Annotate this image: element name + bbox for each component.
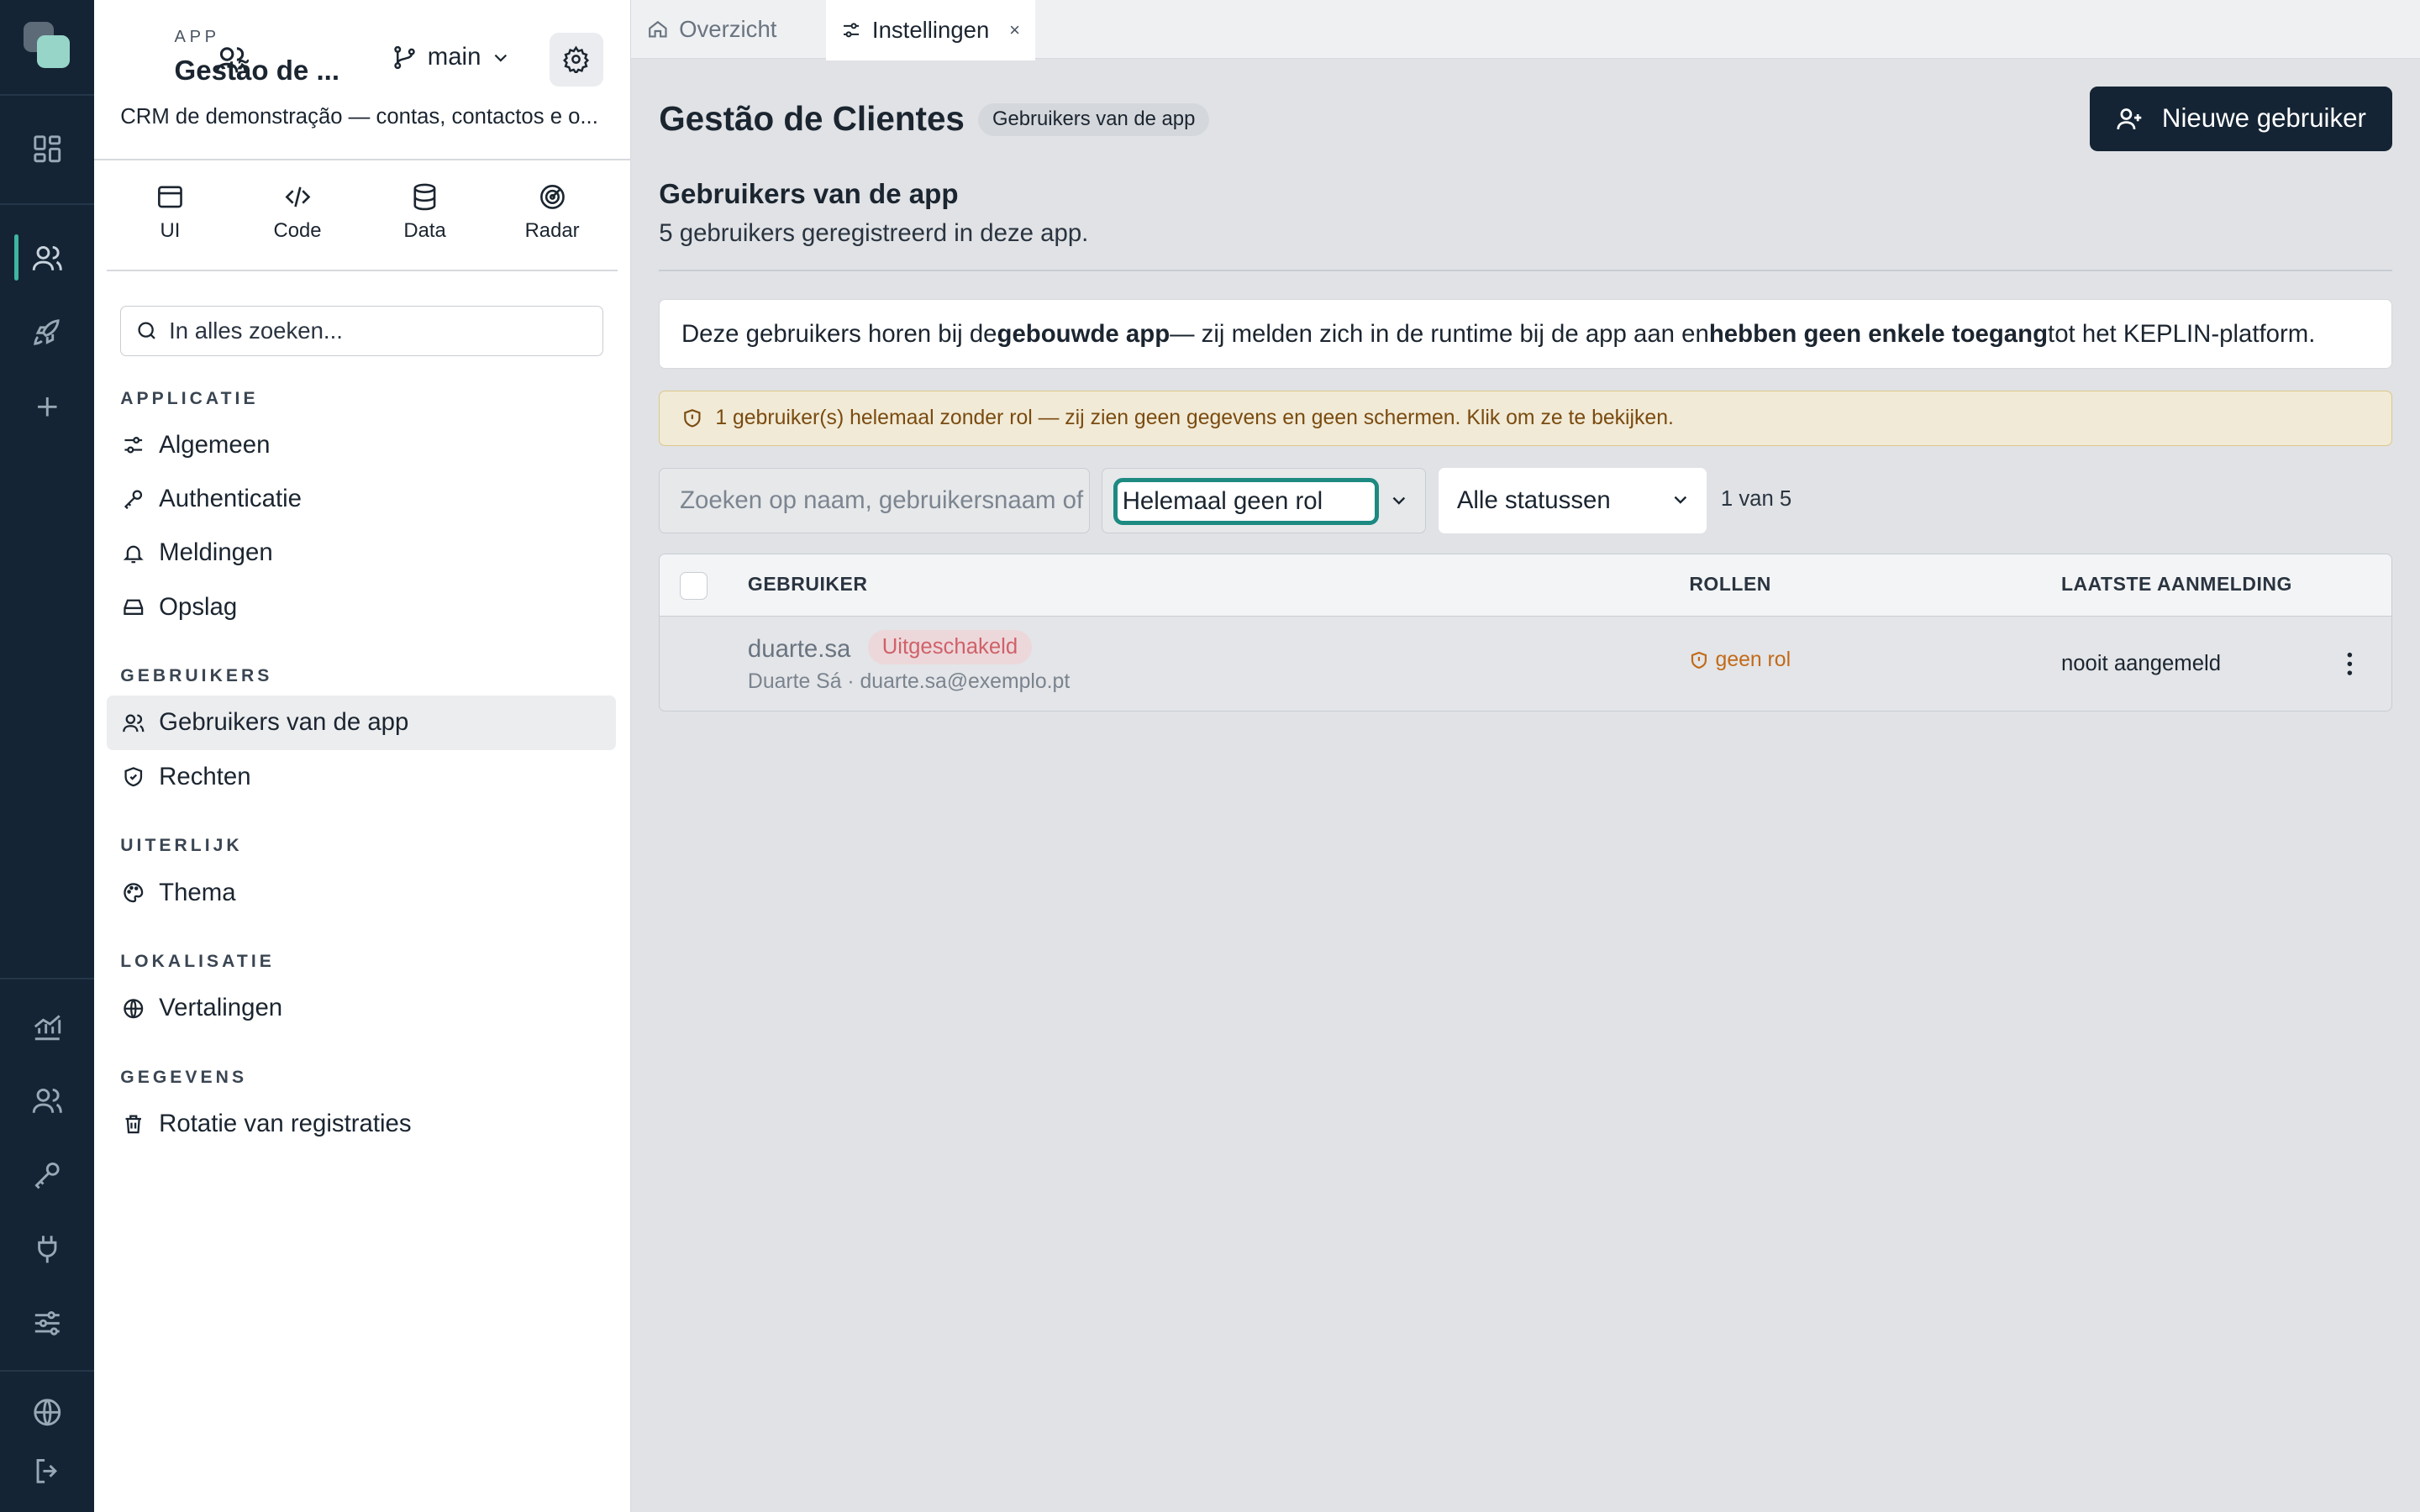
column-header-gebruiker[interactable]: GEBRUIKER	[748, 573, 868, 596]
dashboard-icon[interactable]	[31, 133, 64, 165]
sidebar-item-rotatie-van-registraties[interactable]: Rotatie van registraties	[107, 1097, 616, 1151]
mode-tab-radar[interactable]: Radar	[488, 182, 616, 243]
sidebar-item-meldingen[interactable]: Meldingen	[107, 526, 616, 580]
rail-active-indicator	[13, 234, 19, 281]
globe-icon[interactable]	[31, 1396, 64, 1429]
sidebar-item-authenticatie[interactable]: Authenticatie	[107, 472, 616, 526]
tab-bar: Overzicht Instellingen ×	[631, 0, 2420, 60]
palette-icon	[124, 883, 144, 902]
code-icon	[285, 186, 310, 207]
users-icon	[123, 714, 145, 732]
tab-overzicht[interactable]: Overzicht	[631, 0, 825, 59]
role-filter-value[interactable]: Helemaal geen rol	[1113, 477, 1380, 526]
sliders-icon	[843, 23, 860, 38]
users-table: GEBRUIKER ROLLEN LAATSTE AANMELDING duar…	[659, 554, 2392, 711]
gear-icon	[563, 45, 590, 74]
info-banner: Deze gebruikers horen bij de gebouwde ap…	[659, 299, 2392, 369]
database-icon	[413, 183, 436, 211]
plug-icon[interactable]	[31, 1233, 64, 1266]
new-user-button[interactable]: Nieuwe gebruiker	[2089, 86, 2392, 151]
users-icon[interactable]	[31, 242, 64, 275]
brand-logo[interactable]	[23, 21, 73, 71]
mode-tab-data[interactable]: Data	[361, 182, 489, 243]
role-filter-select[interactable]: Helemaal geen rol	[1102, 467, 1427, 534]
page-title: Gestão de Clientes	[659, 98, 965, 138]
section-description: 5 gebruikers geregistreerd in deze app.	[659, 218, 1089, 247]
section-title-uiterlijk: UITERLIJK	[120, 836, 243, 856]
plus-icon[interactable]	[31, 391, 64, 423]
chevron-down-icon	[495, 54, 508, 62]
sidebar-item-thema[interactable]: Thema	[107, 865, 616, 919]
window-icon	[158, 186, 182, 208]
key-icon[interactable]	[31, 1158, 64, 1191]
sidebar-item-gebruikers-van-de-app[interactable]: Gebruikers van de app	[106, 696, 616, 750]
sidebar-item-vertalingen[interactable]: Vertalingen	[107, 981, 616, 1035]
user-role: geen rol	[1689, 648, 1791, 672]
bell-icon	[123, 545, 144, 563]
rocket-icon[interactable]	[31, 317, 64, 349]
chevron-down-icon	[1674, 496, 1687, 504]
app-description: CRM de demonstração — contas, contactos …	[120, 104, 598, 129]
app-label: APP	[174, 28, 220, 47]
sidebar-item-algemeen[interactable]: Algemeen	[107, 418, 616, 472]
status-filter-value: Alle statussen	[1456, 486, 1611, 514]
chevron-down-icon	[1392, 497, 1406, 505]
column-header-rollen[interactable]: ROLLEN	[1689, 573, 1771, 596]
shield-alert-icon	[1691, 652, 1707, 669]
global-search-input[interactable]: In alles zoeken...	[120, 305, 604, 357]
settings-sliders-icon[interactable]	[31, 1307, 64, 1340]
section-title-gebruikers: GEBRUIKERS	[120, 666, 273, 686]
branch-name: main	[427, 43, 481, 71]
user-meta: Duarte Sá · duarte.sa@exemplo.pt	[747, 670, 1071, 694]
tab-instellingen[interactable]: Instellingen ×	[825, 0, 1036, 60]
result-count: 1 van 5	[1720, 487, 1792, 512]
column-header-laatste-aanmelding[interactable]: LAATSTE AANMELDING	[2061, 573, 2292, 596]
radar-icon	[539, 184, 565, 209]
branch-selector[interactable]: main	[391, 43, 512, 71]
section-title-lokalisatie: LOKALISATIE	[120, 952, 275, 972]
trash-icon	[125, 1115, 142, 1134]
settings-sidebar: APP Gestão de ... main CRM de demonstraç…	[94, 0, 632, 1512]
globe-icon	[124, 998, 144, 1018]
search-icon	[138, 322, 155, 339]
storage-icon	[124, 599, 144, 615]
user-username: duarte.sa	[747, 634, 851, 663]
sliders-icon	[124, 437, 143, 454]
search-placeholder: In alles zoeken...	[169, 317, 343, 344]
row-actions-kebab-icon[interactable]	[2334, 648, 2365, 680]
section-title-gegevens: GEGEVENS	[120, 1067, 248, 1087]
user-last-login: nooit aangemeld	[2060, 652, 2222, 676]
logout-icon[interactable]	[31, 1455, 64, 1488]
sidebar-item-rechten[interactable]: Rechten	[107, 750, 616, 804]
section-title-applicatie: APPLICATIE	[120, 388, 259, 408]
select-all-checkbox[interactable]	[680, 571, 708, 600]
shield-icon	[124, 767, 143, 787]
shield-alert-icon	[684, 408, 701, 428]
close-tab-icon[interactable]: ×	[1009, 19, 1020, 41]
status-filter-select[interactable]: Alle statussen	[1438, 467, 1707, 534]
sidebar-item-opslag[interactable]: Opslag	[107, 580, 616, 634]
table-row[interactable]: duarte.sa Uitgeschakeld Duarte Sá · duar…	[660, 617, 2391, 711]
status-badge: Uitgeschakeld	[868, 630, 1032, 664]
section-heading: Gebruikers van de app	[659, 179, 959, 211]
app-title: Gestão de ...	[174, 55, 340, 87]
mode-tab-ui[interactable]: UI	[107, 182, 234, 243]
user-search-placeholder: Zoeken op naam, gebruikersnaam of e-mail	[680, 486, 1089, 514]
icon-rail	[0, 0, 95, 1512]
app-settings-button[interactable]	[549, 32, 604, 87]
key-icon	[124, 490, 143, 510]
git-branch-icon	[393, 45, 415, 70]
home-icon	[648, 20, 667, 38]
no-role-warning-banner[interactable]: 1 gebruiker(s) helemaal zonder rol — zij…	[659, 390, 2392, 446]
mode-tabs: UI Code Data Radar	[107, 182, 616, 243]
mode-tab-code[interactable]: Code	[234, 182, 361, 243]
team-icon[interactable]	[31, 1084, 64, 1117]
user-plus-icon	[2117, 108, 2142, 129]
analytics-icon[interactable]	[31, 1011, 64, 1043]
user-search-input[interactable]: Zoeken op naam, gebruikersnaam of e-mail	[659, 467, 1090, 534]
page-badge: Gebruikers van de app	[978, 103, 1209, 136]
main-content: Overzicht Instellingen × Gestão de Clien…	[631, 0, 2420, 1512]
table-header: GEBRUIKER ROLLEN LAATSTE AANMELDING	[660, 554, 2391, 617]
